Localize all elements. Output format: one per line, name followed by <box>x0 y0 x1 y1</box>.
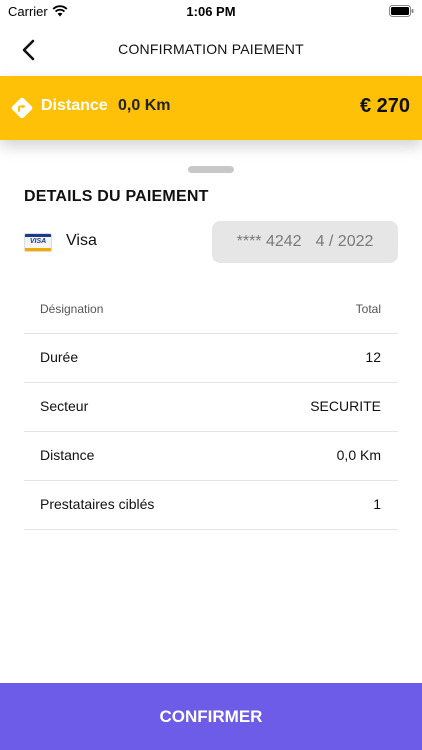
details-table: Désignation Total Durée 12 Secteur SECUR… <box>24 285 398 530</box>
table-row: Durée 12 <box>24 334 398 383</box>
status-bar: Carrier 1:06 PM <box>0 0 422 24</box>
page-title: CONFIRMATION PAIEMENT <box>118 41 304 57</box>
card-number: **** 4242 <box>236 233 302 250</box>
confirm-button[interactable]: CONFIRMER <box>0 683 422 750</box>
table-row: Distance 0,0 Km <box>24 432 398 481</box>
battery-icon <box>389 5 414 17</box>
distance-value: 0,0 Km <box>118 97 171 114</box>
nav-bar: CONFIRMATION PAIEMENT <box>0 24 422 76</box>
table-header: Désignation Total <box>24 285 398 334</box>
row-value: 1 <box>373 496 381 512</box>
card-details-box: **** 4242 4 / 2022 <box>212 221 398 263</box>
column-header-total: Total <box>355 302 381 316</box>
visa-card-icon: VISA <box>24 233 52 252</box>
table-row: Secteur SECURITE <box>24 383 398 432</box>
row-value: 12 <box>365 349 381 365</box>
card-brand: Visa <box>66 232 97 249</box>
price-total: € 270 <box>359 95 410 117</box>
direction-icon <box>11 97 33 119</box>
row-label: Secteur <box>40 398 89 414</box>
column-header-designation: Désignation <box>40 302 104 316</box>
section-title: DETAILS DU PAIEMENT <box>24 188 209 205</box>
visa-logo-text: VISA <box>29 238 47 245</box>
row-label: Distance <box>40 447 95 463</box>
row-label: Durée <box>40 349 79 365</box>
row-value: SECURITE <box>310 398 381 414</box>
card-expiry: 4 / 2022 <box>315 233 374 250</box>
drag-handle[interactable] <box>188 166 234 173</box>
row-value: 0,0 Km <box>336 447 381 463</box>
distance-banner: Distance 0,0 Km € 270 <box>0 76 422 140</box>
table-row: Prestataires ciblés 1 <box>24 481 398 530</box>
screen: Carrier 1:06 PM CONFIRMATION PAIEMENT Di… <box>0 0 422 750</box>
row-label: Prestataires ciblés <box>40 496 155 512</box>
status-time: 1:06 PM <box>186 4 236 19</box>
distance-label: Distance <box>41 97 108 114</box>
